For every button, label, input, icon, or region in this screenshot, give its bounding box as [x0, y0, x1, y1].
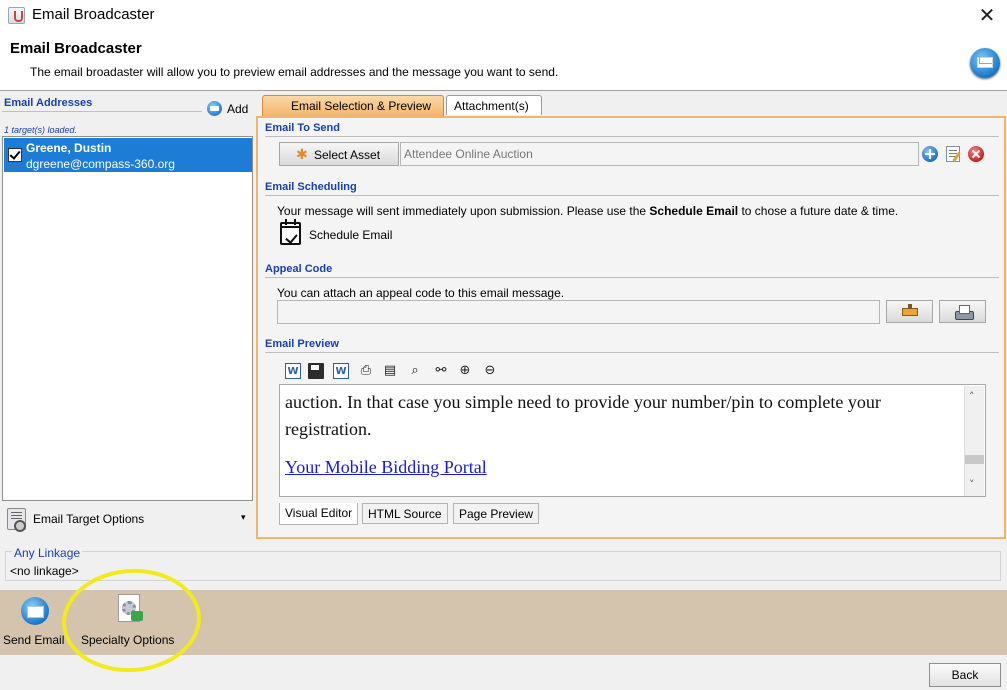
mobile-bidding-link[interactable]: Your Mobile Bidding Portal [285, 457, 487, 478]
section-divider [2, 111, 202, 112]
java-app-icon [8, 7, 25, 24]
tab-email-selection-preview[interactable]: Email Selection & Preview [262, 95, 444, 116]
document-icon[interactable]: ▤ [382, 363, 398, 379]
select-asset-button[interactable]: ✱ Select Asset [279, 142, 399, 166]
save-icon[interactable] [308, 363, 324, 379]
send-email-button[interactable]: Send Email [3, 633, 64, 647]
dialog-header: Email Broadcaster The email broadaster w… [0, 32, 1007, 91]
select-asset-label: Select Asset [314, 148, 381, 162]
tab-label: Email Selection & Preview [291, 99, 432, 113]
print-preview-icon[interactable]: ⌕ [407, 363, 423, 379]
target-name: Greene, Dustin [26, 141, 112, 155]
window-title: Email Broadcaster [32, 6, 155, 23]
podium-icon [902, 304, 918, 316]
tab-visual-editor[interactable]: Visual Editor [279, 503, 359, 525]
schedule-email-button[interactable]: Schedule Email [309, 228, 392, 242]
zoom-out-icon[interactable]: ⊖ [482, 363, 498, 379]
section-divider [265, 277, 999, 278]
scroll-up-icon[interactable]: ˄ [969, 390, 975, 403]
target-list[interactable]: Greene, Dustin dgreene@compass-360.org [2, 136, 253, 501]
title-bar: Email Broadcaster ✕ [0, 0, 1007, 32]
scroll-thumb[interactable] [965, 455, 984, 464]
appeal-code-description: You can attach an appeal code to this em… [277, 286, 565, 300]
email-target-options-dropdown[interactable]: Email Target Options ▾ [2, 505, 255, 533]
email-addresses-label: Email Addresses [4, 97, 93, 109]
tab-page-preview[interactable]: Page Preview [453, 503, 540, 524]
tab-html-source[interactable]: HTML Source [362, 503, 448, 524]
add-button[interactable]: Add [227, 102, 248, 116]
section-divider [265, 136, 999, 137]
send-email-icon[interactable] [21, 597, 49, 625]
email-to-send-title: Email To Send [265, 122, 340, 134]
edit-asset-icon[interactable] [946, 146, 960, 162]
section-divider [265, 195, 999, 196]
target-checkbox[interactable] [8, 148, 22, 162]
linkage-value: <no linkage> [10, 564, 79, 578]
zoom-in-icon[interactable]: ⊕ [457, 363, 473, 379]
close-window-button[interactable]: ✕ [970, 2, 1004, 30]
add-asset-icon[interactable] [922, 146, 938, 162]
scheduling-description: Your message will sent immediately upon … [277, 204, 898, 218]
section-divider [265, 352, 999, 353]
printer-icon [955, 305, 974, 320]
email-target-options-label: Email Target Options [33, 512, 145, 526]
tab-label: Attachment(s) [454, 99, 529, 113]
email-selection-panel: Email To Send ✱ Select Asset Attendee On… [256, 116, 1006, 539]
header-description: The email broadaster will allow you to p… [30, 65, 559, 79]
asset-icon: ✱ [296, 146, 308, 162]
scheduling-text-2: to chose a future date & time. [738, 204, 899, 218]
any-linkage-label: Any Linkage [12, 546, 83, 560]
email-globe-icon [970, 48, 1000, 78]
email-scheduling-title: Email Scheduling [265, 181, 357, 193]
scheduling-text-1: Your message will sent immediately upon … [277, 204, 650, 218]
tab-attachments[interactable]: Attachment(s) [446, 95, 542, 115]
remove-asset-icon[interactable] [968, 146, 984, 162]
email-body-text[interactable]: auction. In that case you simple need to… [285, 389, 955, 443]
appeal-code-title: Appeal Code [265, 263, 333, 275]
chevron-down-icon: ▾ [241, 512, 246, 522]
scheduling-text-bold: Schedule Email [649, 204, 739, 218]
calendar-check-icon[interactable] [280, 219, 301, 245]
list-item[interactable]: Greene, Dustin dgreene@compass-360.org [4, 138, 252, 172]
header-title: Email Broadcaster [10, 40, 142, 57]
word-export-icon[interactable]: W [333, 363, 349, 379]
highlight-annotation [58, 564, 205, 677]
appeal-print-button[interactable] [939, 300, 986, 323]
appeal-lookup-button[interactable] [886, 300, 933, 323]
back-button[interactable]: Back [929, 663, 1001, 687]
settings-document-icon [7, 508, 26, 532]
print-icon[interactable]: ⎙ [358, 363, 374, 379]
word-icon[interactable]: W [285, 363, 301, 379]
find-icon[interactable]: ⚯ [433, 363, 449, 379]
editor-scrollbar[interactable]: ˄ ˅ [964, 386, 984, 496]
email-preview-title: Email Preview [265, 338, 339, 350]
targets-loaded-status: 1 target(s) loaded. [4, 125, 78, 135]
scroll-down-icon[interactable]: ˅ [969, 478, 975, 491]
add-email-icon[interactable] [207, 101, 222, 116]
target-email: dgreene@compass-360.org [26, 157, 175, 171]
selected-asset-field[interactable]: Attendee Online Auction [400, 142, 919, 166]
email-preview-editor[interactable]: auction. In that case you simple need to… [279, 384, 986, 497]
appeal-code-field[interactable] [277, 300, 880, 324]
